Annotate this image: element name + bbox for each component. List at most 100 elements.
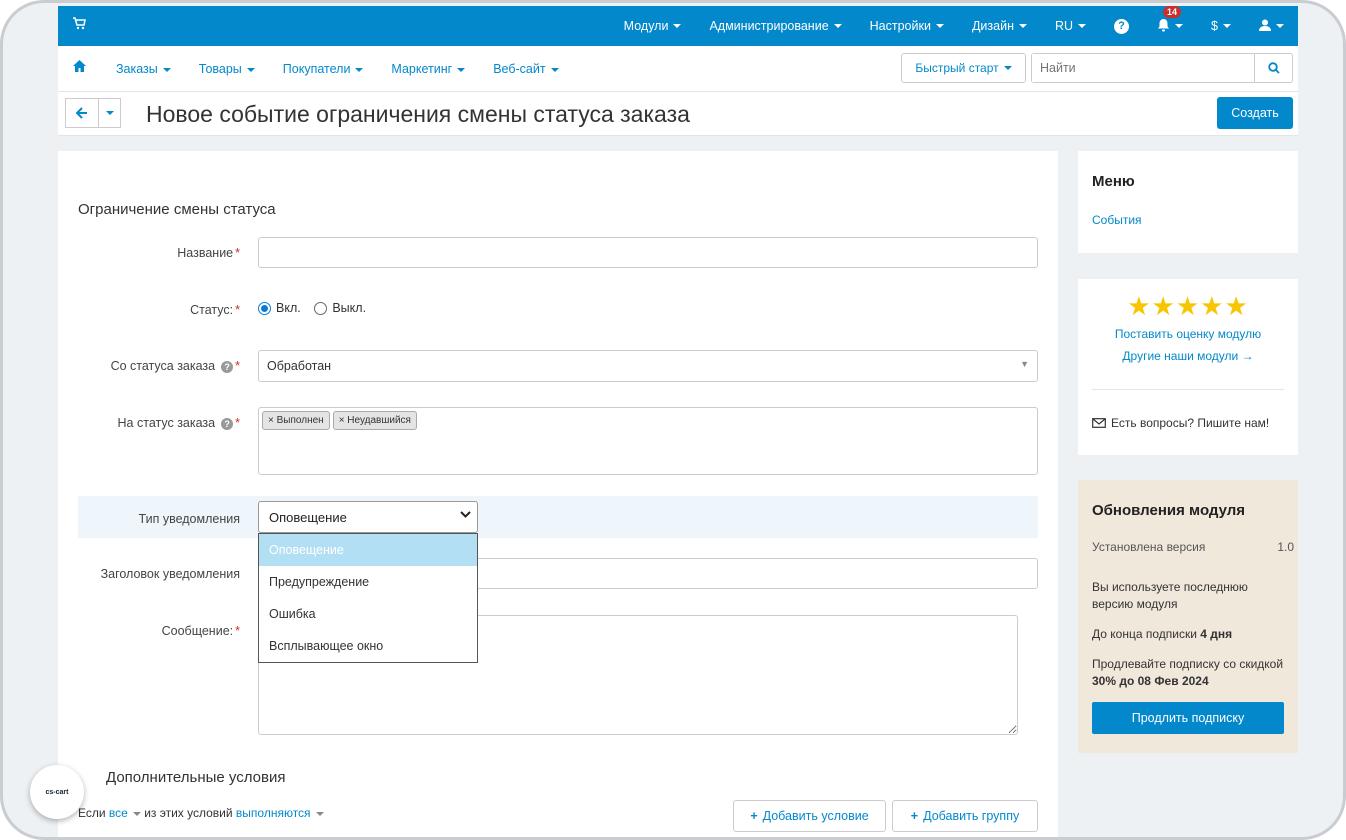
caret-down-icon: [1018, 24, 1027, 28]
currency-label: $: [1211, 19, 1218, 33]
radio-empty-icon: [314, 301, 328, 315]
home-icon[interactable]: [73, 60, 86, 75]
subscription-value: 4 дня: [1200, 627, 1233, 641]
promo-prefix: Продлевайте подписку со скидкой: [1092, 657, 1284, 671]
name-input[interactable]: [258, 237, 1038, 268]
questions-link[interactable]: Есть вопросы? Пишите нам!: [1092, 416, 1269, 430]
required-marker: *: [235, 246, 240, 260]
search-input[interactable]: [1032, 54, 1254, 82]
add-condition-button[interactable]: + Добавить условие: [733, 800, 886, 832]
arrow-left-icon: [76, 107, 87, 119]
caret-down-icon: [105, 111, 114, 115]
nav-customers[interactable]: Покупатели: [283, 62, 364, 76]
envelope-icon: [1092, 418, 1106, 428]
radio-selected-icon: [258, 301, 271, 315]
name-label-text: Название: [177, 246, 234, 260]
status-on-label: Вкл.: [276, 301, 301, 315]
caret-down-icon: [1003, 66, 1012, 70]
chevron-down-icon: [460, 511, 471, 522]
nav-customers-label: Покупатели: [282, 62, 351, 76]
nav-marketing[interactable]: Маркетинг: [391, 62, 466, 76]
caret-down-icon: [1223, 24, 1231, 28]
notify-option[interactable]: Всплывающее окно: [259, 630, 477, 662]
notify-option[interactable]: Оповещение: [259, 534, 477, 566]
secondary-navbar: Заказы Товары Покупатели Маркетинг Веб-с…: [58, 46, 1298, 92]
notify-option[interactable]: Ошибка: [259, 598, 477, 630]
cart-icon[interactable]: [72, 17, 86, 33]
nav-products[interactable]: Товары: [199, 62, 255, 76]
from-status-value: Обработан: [267, 359, 332, 373]
notify-type-select[interactable]: Оповещение: [258, 501, 478, 533]
caret-down-icon: [935, 24, 944, 28]
rating-stars-icon[interactable]: ★★★★★: [1078, 291, 1298, 322]
required-marker: *: [235, 303, 240, 317]
sidebar-updates-card: Обновления модуля Установлена версия 1.0…: [1078, 480, 1298, 753]
nav-orders[interactable]: Заказы: [116, 62, 171, 76]
sidebar-events-link[interactable]: События: [1092, 213, 1142, 227]
promo-text: Продлевайте подписку со скидкой 30% до 0…: [1092, 656, 1284, 690]
nav-website[interactable]: Веб-сайт: [493, 62, 559, 76]
message-label-text: Сообщение:: [161, 624, 234, 638]
caret-down-icon: [1175, 24, 1184, 28]
sidebar-rating-card: ★★★★★ Поставить оценку модулю Другие наш…: [1078, 279, 1298, 455]
menu-modules[interactable]: Модули: [610, 19, 696, 33]
notify-option[interactable]: Предупреждение: [259, 566, 477, 598]
caret-down-icon: [833, 24, 842, 28]
conditions-line: Если все из этих условий выполняются: [78, 806, 324, 820]
menu-settings[interactable]: Настройки: [856, 19, 958, 33]
menu-design[interactable]: Дизайн: [958, 19, 1041, 33]
conditions-mid: из этих условий: [144, 806, 233, 820]
from-status-select[interactable]: Обработан ▼: [258, 350, 1038, 382]
tag-completed[interactable]: × Выполнен: [262, 411, 330, 430]
cs-cart-logo[interactable]: cs-cart: [30, 765, 84, 819]
plus-icon: +: [750, 809, 758, 823]
caret-down-icon: [457, 67, 466, 72]
search-box: [1031, 53, 1293, 83]
name-label: Название *: [58, 246, 240, 260]
caret-down-icon: [550, 67, 559, 72]
sidebar-menu-card: Меню События: [1078, 151, 1298, 253]
status-off-radio[interactable]: Выкл.: [314, 301, 366, 315]
tag-failed[interactable]: × Неудавшийся: [332, 411, 417, 430]
rate-module-link[interactable]: Поставить оценку модулю: [1078, 327, 1298, 341]
back-button[interactable]: [65, 98, 99, 128]
add-group-label: Добавить группу: [923, 809, 1020, 823]
menu-language[interactable]: RU: [1041, 19, 1100, 33]
logo-text: cs-cart: [45, 788, 69, 796]
app: Модули Администрирование Настройки Дизай…: [58, 3, 1298, 837]
caret-down-icon: [1276, 24, 1284, 28]
help-button[interactable]: ?: [1100, 18, 1143, 34]
menu-design-label: Дизайн: [971, 19, 1014, 33]
notifications-button[interactable]: 14: [1143, 5, 1197, 35]
renew-subscription-button[interactable]: Продлить подписку: [1092, 702, 1284, 734]
back-menu-button[interactable]: [99, 98, 121, 128]
menu-administration-label: Администрирование: [709, 19, 829, 33]
status-on-radio[interactable]: Вкл.: [258, 301, 301, 315]
help-icon[interactable]: ?: [221, 360, 234, 373]
add-group-button[interactable]: + Добавить группу: [892, 800, 1038, 832]
divider: [1092, 389, 1284, 390]
status-label: Статус: *: [58, 303, 240, 317]
installed-version-value: 1.0: [1277, 540, 1294, 554]
help-icon[interactable]: ?: [221, 417, 234, 430]
other-modules-link[interactable]: Другие наши модули →: [1078, 349, 1298, 363]
menu-administration[interactable]: Администрирование: [695, 19, 855, 33]
conditions-all-toggle[interactable]: все: [109, 806, 141, 820]
to-status-label: На статус заказа? *: [58, 416, 240, 430]
menu-settings-label: Настройки: [869, 19, 931, 33]
conditions-prefix: Если: [78, 806, 106, 820]
user-menu[interactable]: [1245, 19, 1298, 34]
create-button[interactable]: Создать: [1217, 97, 1293, 129]
required-marker: *: [235, 624, 240, 638]
conditions-met-toggle[interactable]: выполняются: [236, 806, 324, 820]
quick-start-button[interactable]: Быстрый старт: [901, 53, 1026, 83]
search-button[interactable]: [1254, 54, 1292, 82]
currency-menu[interactable]: $: [1197, 19, 1245, 33]
caret-down-icon: [315, 811, 324, 816]
notify-type-label: Тип уведомления: [138, 512, 240, 526]
to-status-multiselect[interactable]: × Выполнен × Неудавшийся: [258, 407, 1038, 475]
message-label: Сообщение: *: [58, 624, 240, 638]
caret-down-icon: [162, 67, 171, 72]
user-icon: [1259, 19, 1271, 34]
nav-marketing-label: Маркетинг: [391, 62, 453, 76]
